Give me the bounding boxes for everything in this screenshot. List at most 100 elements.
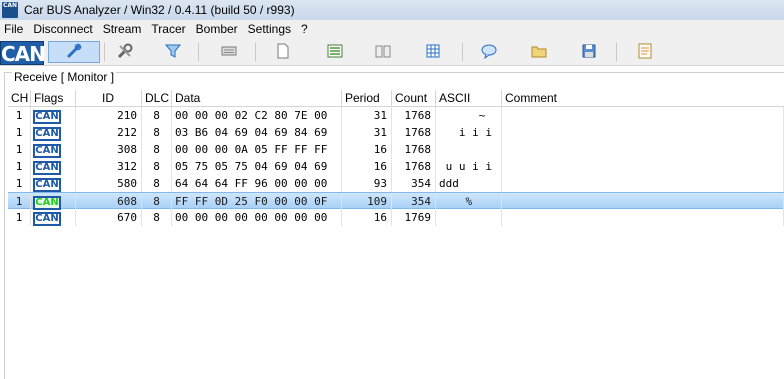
- col-data[interactable]: Data: [172, 90, 342, 107]
- app-icon: CAN: [2, 2, 18, 18]
- keyboard-button[interactable]: [218, 41, 240, 63]
- cell-comment: [502, 107, 784, 124]
- cell-period: 109: [342, 193, 392, 210]
- cell-ascii: i i i: [436, 124, 502, 141]
- open-folder-icon: [530, 42, 548, 63]
- message-table: CH Flags ID DLC Data Period Count ASCII …: [8, 90, 784, 226]
- cell-count: 1768: [392, 124, 436, 141]
- cell-comment: [502, 141, 784, 158]
- window-title: Car BUS Analyzer / Win32 / 0.4.11 (build…: [24, 3, 295, 17]
- table-row[interactable]: 1 CAN 608 8 FF FF 0D 25 F0 00 00 0F 109 354 %: [8, 192, 784, 210]
- cell-id: 312: [76, 158, 142, 175]
- notes-icon: [636, 42, 654, 63]
- cell-data: 03 B6 04 69 04 69 84 69: [172, 124, 342, 141]
- table-row[interactable]: 1 CAN 670 8 00 00 00 00 00 00 00 00 16 1769: [8, 209, 784, 226]
- cell-dlc: 8: [142, 124, 172, 141]
- can-flag-badge: CAN: [33, 110, 61, 124]
- cell-ch: 1: [8, 193, 31, 210]
- save-icon: [580, 42, 598, 63]
- menu-file[interactable]: File: [0, 20, 28, 39]
- cell-data: 00 00 00 0A 05 FF FF FF: [172, 141, 342, 158]
- cell-ascii: ddd: [436, 175, 502, 192]
- cell-data: 64 64 64 FF 96 00 00 00: [172, 175, 342, 192]
- cell-dlc: 8: [142, 209, 172, 226]
- col-ch[interactable]: CH: [8, 90, 31, 107]
- can-flag-badge: CAN: [33, 161, 61, 175]
- cell-period: 31: [342, 124, 392, 141]
- col-comment[interactable]: Comment: [502, 90, 784, 107]
- connect-button[interactable]: [48, 41, 100, 63]
- grid-button[interactable]: [422, 41, 444, 63]
- cell-ascii: %: [436, 193, 502, 210]
- cell-ch: 1: [8, 209, 31, 226]
- cell-flag: CAN: [31, 158, 76, 175]
- table-row[interactable]: 1 CAN 312 8 05 75 05 75 04 69 04 69 16 1768 u …: [8, 158, 784, 175]
- can-flag-badge: CAN: [33, 144, 61, 158]
- table-row[interactable]: 1 CAN 580 8 64 64 64 FF 96 00 00 00 93 354 ddd: [8, 175, 784, 192]
- cell-data: 05 75 05 75 04 69 04 69: [172, 158, 342, 175]
- cell-count: 1768: [392, 158, 436, 175]
- book-button[interactable]: [372, 41, 394, 63]
- chat-icon: [480, 42, 498, 63]
- title-bar: CAN Car BUS Analyzer / Win32 / 0.4.11 (b…: [0, 0, 784, 20]
- can-flag-badge: CAN: [33, 178, 61, 192]
- tools-button[interactable]: [114, 41, 136, 63]
- col-count[interactable]: Count: [392, 90, 436, 107]
- cell-period: 16: [342, 141, 392, 158]
- save-button[interactable]: [578, 41, 600, 63]
- cell-flag: CAN: [31, 141, 76, 158]
- cell-flag: CAN: [31, 209, 76, 226]
- cell-dlc: 8: [142, 193, 172, 210]
- cell-count: 1769: [392, 209, 436, 226]
- col-period[interactable]: Period: [342, 90, 392, 107]
- col-ascii[interactable]: ASCII: [436, 90, 502, 107]
- cell-dlc: 8: [142, 141, 172, 158]
- filter-icon: [164, 42, 182, 63]
- cell-id: 308: [76, 141, 142, 158]
- cell-period: 93: [342, 175, 392, 192]
- cell-dlc: 8: [142, 107, 172, 124]
- grid-icon: [424, 42, 442, 63]
- cell-ch: 1: [8, 175, 31, 192]
- col-flags[interactable]: Flags: [31, 90, 76, 107]
- table-row[interactable]: 1 CAN 210 8 00 00 00 02 C2 80 7E 00 31 1768 ~: [8, 107, 784, 124]
- new-document-button[interactable]: [272, 41, 294, 63]
- cell-ch: 1: [8, 158, 31, 175]
- menu-stream[interactable]: Stream: [98, 20, 147, 39]
- cell-period: 16: [342, 209, 392, 226]
- cell-comment: [502, 209, 784, 226]
- menu-help[interactable]: ?: [296, 20, 313, 39]
- keyboard-icon: [220, 42, 238, 63]
- menu-settings[interactable]: Settings: [243, 20, 296, 39]
- cell-ascii: u u i i: [436, 158, 502, 175]
- cell-id: 670: [76, 209, 142, 226]
- receive-group-label: Receive [ Monitor ]: [12, 70, 117, 84]
- col-id[interactable]: ID: [76, 90, 142, 107]
- cell-count: 354: [392, 175, 436, 192]
- new-document-icon: [274, 42, 292, 63]
- cell-ascii: ~: [436, 107, 502, 124]
- cell-count: 354: [392, 193, 436, 210]
- cell-period: 31: [342, 107, 392, 124]
- cell-flag: CAN: [31, 124, 76, 141]
- menu-tracer[interactable]: Tracer: [146, 20, 190, 39]
- menu-bomber[interactable]: Bomber: [191, 20, 243, 39]
- cell-data: 00 00 00 02 C2 80 7E 00: [172, 107, 342, 124]
- cell-count: 1768: [392, 141, 436, 158]
- cell-comment: [502, 193, 784, 210]
- open-folder-button[interactable]: [528, 41, 550, 63]
- chat-button[interactable]: [478, 41, 500, 63]
- list-view-button[interactable]: [324, 41, 346, 63]
- col-dlc[interactable]: DLC: [142, 90, 172, 107]
- cell-id: 580: [76, 175, 142, 192]
- cell-id: 608: [76, 193, 142, 210]
- cell-flag: CAN: [31, 193, 76, 210]
- table-row[interactable]: 1 CAN 308 8 00 00 00 0A 05 FF FF FF 16 1768: [8, 141, 784, 158]
- can-flag-badge: CAN: [33, 212, 61, 226]
- cell-count: 1768: [392, 107, 436, 124]
- filter-button[interactable]: [162, 41, 184, 63]
- menu-disconnect[interactable]: Disconnect: [28, 20, 97, 39]
- table-row[interactable]: 1 CAN 212 8 03 B6 04 69 04 69 84 69 31 1768 i …: [8, 124, 784, 141]
- notes-button[interactable]: [634, 41, 656, 63]
- cell-comment: [502, 158, 784, 175]
